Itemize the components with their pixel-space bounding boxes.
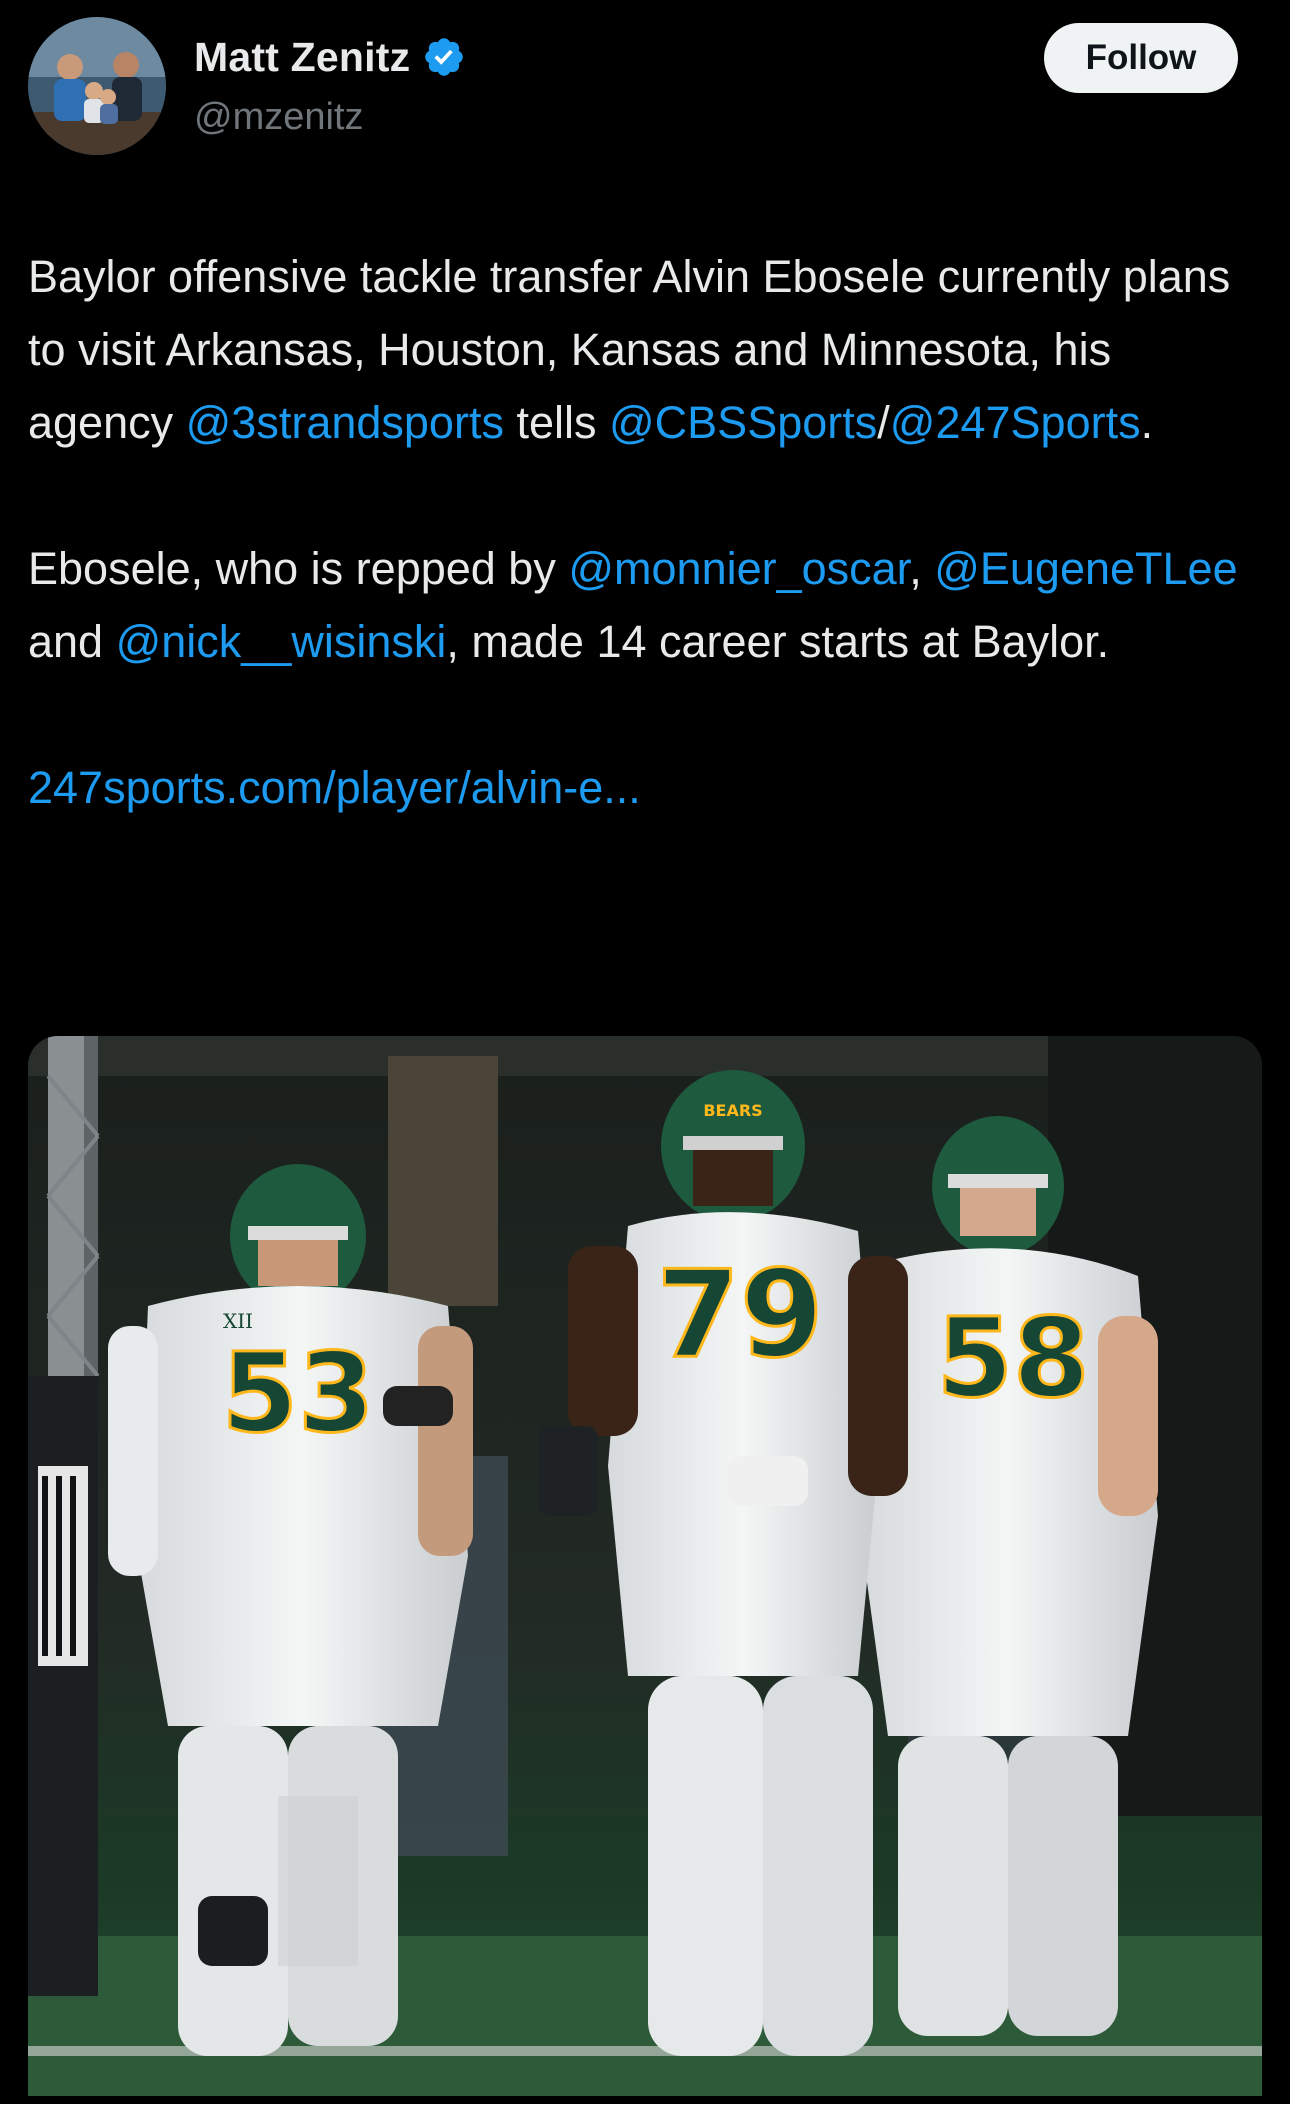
mention-eugenetlee[interactable]: @EugeneTLee [934,543,1237,594]
tweet-paragraph-1: Baylor offensive tackle transfer Alvin E… [28,240,1262,459]
tweet-text-segment: . [1140,397,1154,448]
jersey-number-58: 58 [936,1294,1089,1422]
follow-button[interactable]: Follow [1044,23,1238,93]
tweet-text: Baylor offensive tackle transfer Alvin E… [28,240,1262,824]
tweet-text-segment: , [909,543,935,594]
mention-cbssports[interactable]: @CBSSports [609,397,877,448]
avatar-image [28,17,166,155]
tweet-paragraph-2: Ebosele, who is repped by @monnier_oscar… [28,532,1262,678]
author-display-name[interactable]: Matt Zenitz [194,34,410,81]
tweet-text-segment: Ebosele, who is repped by [28,543,569,594]
verified-badge-icon [425,38,464,76]
author-name-row: Matt Zenitz [194,28,466,86]
jersey-number-79: 79 [657,1246,824,1385]
mention-3strandsports[interactable]: @3strandsports [186,397,504,448]
tweet-text-segment: tells [503,397,609,448]
tweet-text-segment: , made 14 career starts at Baylor. [446,616,1110,667]
mention-nick-wisinski[interactable]: @nick__wisinski [116,616,447,667]
tweet-link[interactable]: 247sports.com/player/alvin-e... [28,762,641,813]
tweet-text-segment: and [28,616,116,667]
jersey-number-53: 53 [221,1329,374,1457]
tweet-media-image[interactable]: 53 XII 58 BEARS 79 [28,1036,1262,2096]
avatar[interactable] [28,17,166,155]
mention-monnier-oscar[interactable]: @monnier_oscar [568,543,909,594]
helmet-text: BEARS [703,1101,762,1120]
tweet-paragraph-3: 247sports.com/player/alvin-e... [28,751,1262,824]
author-handle[interactable]: @mzenitz [194,96,364,139]
football-players-photo: 53 XII 58 BEARS 79 [28,1036,1262,2096]
mention-247sports[interactable]: @247Sports [890,397,1141,448]
tweet-text-segment: / [877,397,890,448]
conference-mark: XII [223,1309,253,1333]
